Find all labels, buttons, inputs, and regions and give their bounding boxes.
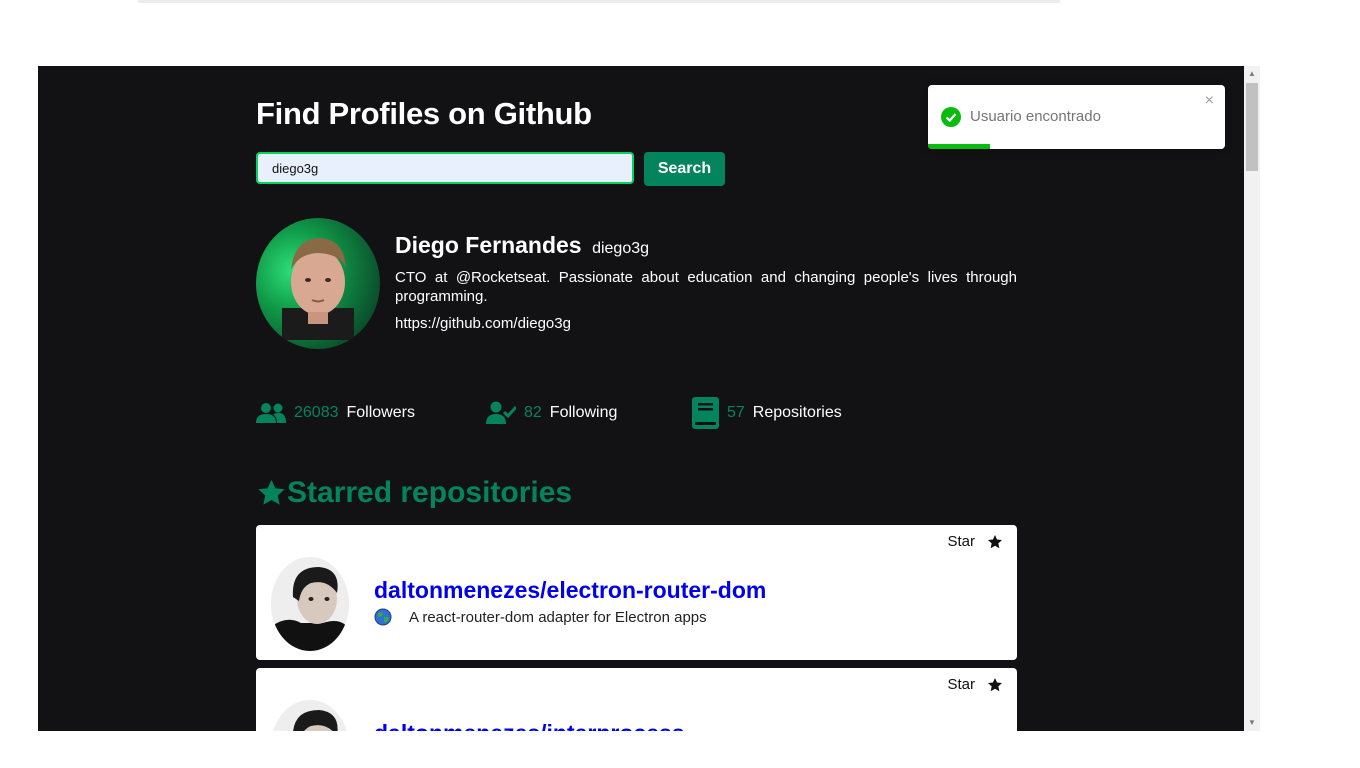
stat-followers: 26083 Followers xyxy=(256,398,415,428)
search-button[interactable]: Search xyxy=(644,152,725,186)
user-check-icon xyxy=(486,401,516,424)
main-container: Find Profiles on Github Search Diego Fer… xyxy=(256,66,1017,731)
star-icon xyxy=(258,479,285,505)
repo-owner-photo xyxy=(271,557,349,651)
search-input[interactable] xyxy=(256,152,634,184)
book-icon xyxy=(692,397,719,429)
check-circle-icon xyxy=(941,107,961,127)
close-icon[interactable]: × xyxy=(1205,93,1214,109)
repositories-count: 57 xyxy=(727,404,745,421)
star-button[interactable]: Star xyxy=(947,676,1003,693)
profile-photo xyxy=(282,238,354,340)
repo-owner-avatar xyxy=(271,700,349,731)
star-icon xyxy=(988,677,1002,691)
repo-owner-photo xyxy=(271,700,349,731)
stat-repositories: 57 Repositories xyxy=(692,397,842,429)
repo-description-row: A react-router-dom adapter for Electron … xyxy=(374,608,707,626)
toast-notification: Usuario encontrado × xyxy=(928,85,1225,149)
profile-name: Diego Fernandes xyxy=(395,232,582,258)
profile-url-link[interactable]: https://github.com/diego3g xyxy=(395,315,571,332)
star-button-label: Star xyxy=(947,676,975,693)
repo-description: A react-router-dom adapter for Electron … xyxy=(409,608,707,626)
profile-heading: Diego Fernandes diego3g xyxy=(395,232,649,259)
globe-icon xyxy=(374,608,392,626)
star-button[interactable]: Star xyxy=(947,533,1003,550)
star-button-label: Star xyxy=(947,533,975,550)
repositories-label: Repositories xyxy=(752,404,842,421)
followers-count: 26083 xyxy=(294,404,339,421)
repo-owner-avatar xyxy=(271,557,349,651)
repo-card: daltonmenezes/interprocess Star xyxy=(256,668,1017,731)
profile-avatar xyxy=(256,218,380,349)
scrollbar-thumb[interactable] xyxy=(1246,83,1258,171)
profile-bio: CTO at @Rocketseat. Passionate about edu… xyxy=(395,269,1017,305)
stat-following: 82 Following xyxy=(486,398,617,428)
repo-name-link[interactable]: daltonmenezes/electron-router-dom xyxy=(374,577,766,604)
vertical-scrollbar[interactable]: ▲ ▼ xyxy=(1244,66,1260,731)
users-icon xyxy=(256,403,286,423)
toast-progress-bar xyxy=(928,144,991,149)
page-viewport: Find Profiles on Github Search Diego Fer… xyxy=(38,66,1244,731)
followers-label: Followers xyxy=(346,404,415,421)
scroll-down-arrow-icon[interactable]: ▼ xyxy=(1244,715,1260,731)
starred-title: Starred repositories xyxy=(256,476,572,510)
browser-top-edge xyxy=(138,0,1060,3)
starred-title-text: Starred repositories xyxy=(287,476,573,509)
repo-card: daltonmenezes/electron-router-dom A reac… xyxy=(256,525,1017,660)
repo-name-link[interactable]: daltonmenezes/interprocess xyxy=(374,720,685,731)
following-count: 82 xyxy=(524,404,542,421)
page-title: Find Profiles on Github xyxy=(256,96,592,131)
profile-login: diego3g xyxy=(592,240,650,257)
scroll-up-arrow-icon[interactable]: ▲ xyxy=(1244,66,1260,82)
star-icon xyxy=(988,534,1002,548)
toast-message: Usuario encontrado xyxy=(970,108,1101,125)
following-label: Following xyxy=(549,404,618,421)
